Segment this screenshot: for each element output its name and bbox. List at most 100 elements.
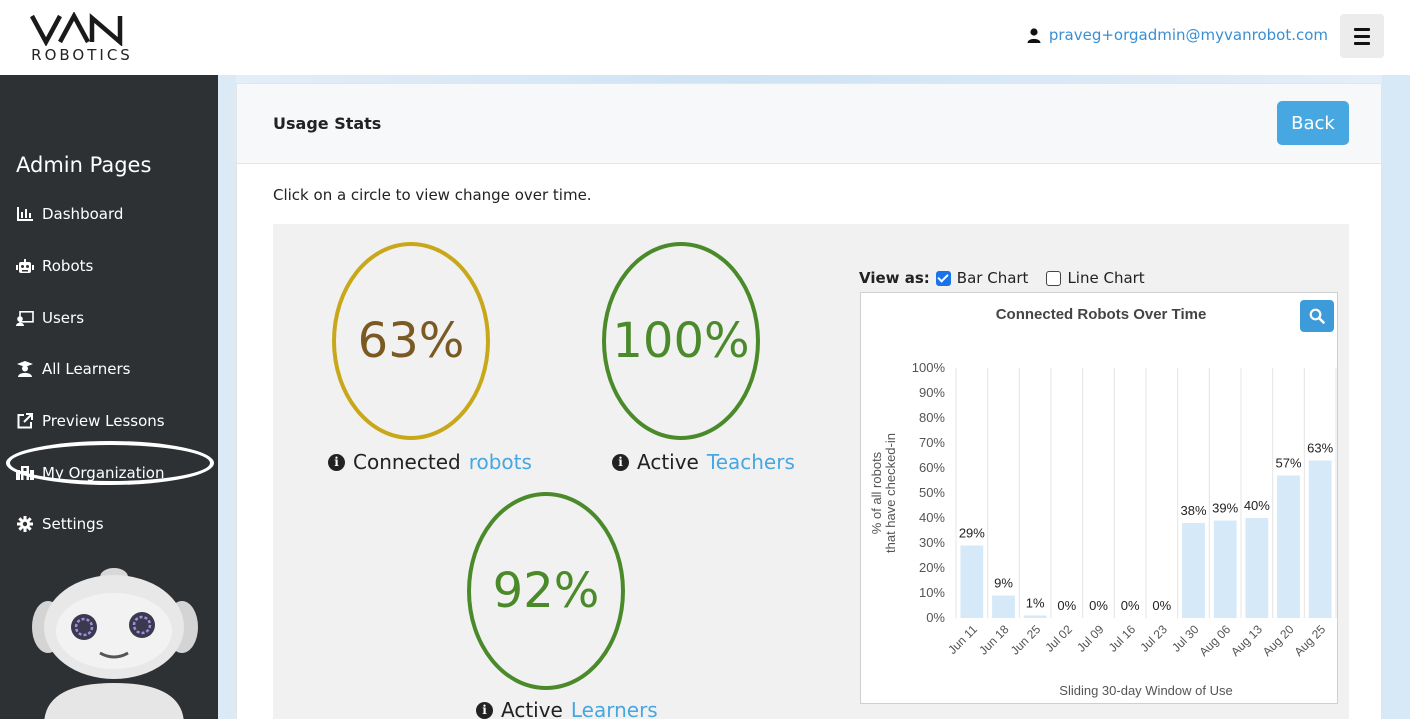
sidebar-item-users[interactable]: Users [16,303,84,333]
data-label: 38% [1180,503,1206,518]
hamburger-icon [1354,27,1370,31]
chart-bar [1245,518,1269,618]
label-prefix: Active [637,450,699,474]
data-label: 40% [1244,498,1270,513]
x-tick-label: Jun 11 [945,622,980,657]
sidebar-title: Admin Pages [16,153,152,177]
sidebar-item-label: Dashboard [42,205,124,223]
instruction-text: Click on a circle to view change over ti… [273,186,592,204]
data-label: 0% [1152,598,1171,613]
sidebar-item-preview-lessons[interactable]: Preview Lessons [16,406,165,436]
x-tick-label: Jun 18 [976,622,1012,658]
label-prefix: Connected [353,450,461,474]
x-tick-label: Aug 06 [1196,622,1233,659]
y-tick-label: 20% [919,560,945,575]
background-decor [218,75,1382,83]
background-decor [1382,75,1410,719]
data-label: 1% [1026,596,1045,611]
connected-robots-value: 63% [357,313,465,369]
user-account-link[interactable]: praveg+orgadmin@myvanrobot.com [1027,26,1328,44]
card-header: Usage Stats Back [237,84,1381,164]
connected-robots-circle[interactable]: 63% [332,242,490,440]
chart-container: Connected Robots Over Time 0% 10% 20% 30% 40%… [860,292,1338,704]
data-label: 29% [959,526,985,541]
info-icon[interactable]: i [328,453,345,471]
page-title: Usage Stats [273,114,382,133]
chart-bar [992,595,1015,618]
bar-chart-checkbox[interactable] [935,270,951,286]
admin-sidebar: Admin Pages Dashboard Robots Users All L… [0,75,218,719]
learner-icon [16,360,34,378]
x-tick-label: Jul 02 [1042,622,1075,655]
gear-icon [16,515,34,533]
y-tick-label: 50% [919,485,945,500]
learners-link[interactable]: Learners [571,698,658,719]
active-learners-value: 92% [492,563,600,619]
x-tick-label: Jul 23 [1137,622,1170,655]
chart-bar [1277,475,1300,618]
usage-stats-card: Usage Stats Back Click on a circle to vi… [236,83,1382,719]
sidebar-item-all-learners[interactable]: All Learners [16,354,131,384]
sidebar-item-label: Preview Lessons [42,412,165,430]
data-label: 39% [1212,501,1238,516]
y-tick-label: 60% [919,460,945,475]
hamburger-icon-line [1354,34,1370,38]
x-tick-label: Jul 16 [1106,622,1139,655]
stats-panel: 63% i Connected robots 100% i Active Tea… [273,224,1349,719]
y-tick-label: 70% [919,435,945,450]
active-teachers-circle[interactable]: 100% [602,242,760,440]
chart-bar [1023,615,1047,618]
active-learners-label: i Active Learners [476,698,658,719]
connected-robots-label: i Connected robots [328,450,532,474]
sidebar-item-label: All Learners [42,360,131,378]
chart-bar [1308,460,1332,618]
bar-chart: Connected Robots Over Time 0% 10% 20% 30% 40%… [869,306,1337,698]
data-label: 9% [994,576,1013,591]
bar-chart-option-label[interactable]: Bar Chart [957,269,1029,287]
zoom-button[interactable] [1300,300,1334,332]
hamburger-menu-button[interactable] [1340,14,1384,58]
van-robotics-logo[interactable]: ROBOTICS [22,11,142,64]
y-tick-label: 100% [912,360,946,375]
active-teachers-label: i Active Teachers [612,450,795,474]
y-tick-label: 90% [919,385,945,400]
y-tick-label: 30% [919,535,945,550]
users-icon [16,309,34,327]
data-label: 57% [1275,456,1301,471]
hamburger-icon-line [1354,41,1370,45]
view-as-label: View as: [859,269,930,287]
y-tick-label: 40% [919,510,945,525]
external-link-icon [16,412,34,430]
x-tick-label: Aug 25 [1291,622,1328,659]
sidebar-item-settings[interactable]: Settings [16,509,104,539]
sidebar-item-dashboard[interactable]: Dashboard [16,199,123,229]
x-tick-label: Aug 20 [1260,622,1297,659]
sidebar-item-robots[interactable]: Robots [16,251,93,281]
line-chart-option-label[interactable]: Line Chart [1067,269,1144,287]
chart-bar [1213,520,1237,618]
sidebar-item-label: Users [42,309,85,327]
chart-bar [1182,523,1205,618]
line-chart-checkbox[interactable] [1046,270,1062,286]
logo-mark [30,11,123,47]
info-icon[interactable]: i [612,453,629,471]
user-email: praveg+orgadmin@myvanrobot.com [1048,26,1328,44]
info-icon[interactable]: i [476,701,493,719]
x-tick-label: Jun 25 [1008,622,1044,658]
sidebar-item-label: Robots [42,257,94,275]
active-teachers-value: 100% [612,313,750,369]
search-icon [1309,308,1325,324]
x-axis-label: Sliding 30-day Window of Use [1059,683,1232,698]
data-label: 0% [1121,598,1140,613]
x-tick-label: Jul 09 [1074,622,1107,655]
data-label: 0% [1057,598,1076,613]
annotation-highlight-ring [6,441,214,485]
chart-title: Connected Robots Over Time [996,306,1207,323]
robot-icon [16,257,34,275]
robots-link[interactable]: robots [469,450,532,474]
active-learners-circle[interactable]: 92% [467,492,625,690]
label-prefix: Active [501,698,563,719]
back-button[interactable]: Back [1277,101,1349,145]
teachers-link[interactable]: Teachers [707,450,795,474]
chart-icon [16,205,34,223]
